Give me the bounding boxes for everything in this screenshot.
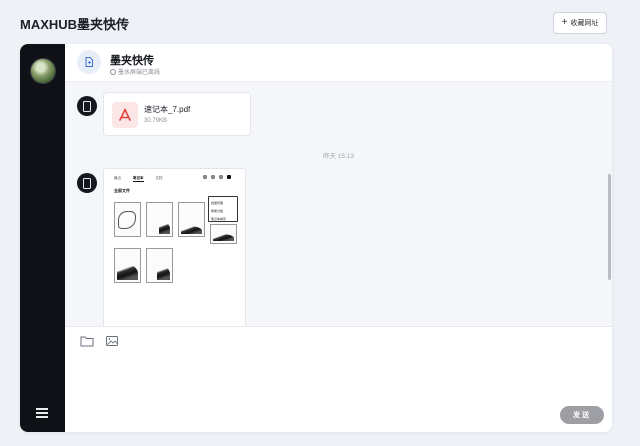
preview-toolbar — [203, 175, 231, 179]
preview-menu: 批量管理 按类分组 笔记本排序 — [208, 196, 238, 222]
chat-title: 墨夹快传 — [110, 55, 154, 67]
file-message[interactable]: 速记本_7.pdf 30.79KB — [103, 92, 251, 136]
menu-icon[interactable] — [36, 408, 48, 418]
preview-doc — [210, 224, 237, 244]
main-window: 墨夹快传 墨水屏端已离线 速记本_7.pdf 30.79KB 昨天 15:13 — [20, 44, 612, 432]
user-avatar[interactable] — [30, 58, 56, 84]
message-timestamp: 昨天 15:13 — [322, 153, 355, 160]
file-name: 速记本_7.pdf — [144, 105, 191, 114]
message-scrollbar[interactable] — [608, 174, 611, 280]
image-icon[interactable] — [105, 335, 119, 347]
preview-doc — [114, 248, 141, 283]
plus-icon: + — [561, 17, 568, 28]
preview-menu-item: 批量管理 — [211, 201, 224, 205]
preview-heading: 全部文件 — [114, 188, 130, 193]
preview-tab-active: 笔记本 — [133, 176, 144, 182]
preview-doc — [178, 202, 205, 237]
message-list[interactable]: 速记本_7.pdf 30.79KB 昨天 15:13 最近 笔记本 文档 全部文… — [65, 82, 612, 326]
clock-icon — [110, 68, 116, 75]
preview-menu-item: 按类分组 — [211, 209, 224, 213]
pdf-icon — [112, 102, 138, 128]
sidebar — [20, 44, 65, 432]
preview-tab: 最近 — [114, 176, 121, 180]
chat-header: 墨夹快传 墨水屏端已离线 — [65, 44, 612, 82]
preview-menu-item: 笔记本排序 — [211, 217, 227, 221]
app-title: MAXHUB墨夹快传 — [20, 17, 130, 32]
file-size: 30.79KB — [144, 118, 168, 124]
preview-doc — [146, 248, 173, 283]
file-transfer-icon — [77, 50, 101, 74]
bookmark-url-button[interactable]: + 收藏网址 — [553, 12, 607, 34]
folder-icon[interactable] — [80, 335, 94, 347]
preview-doc — [146, 202, 173, 237]
tablet-icon — [83, 177, 91, 189]
preview-tab: 文档 — [155, 176, 163, 180]
eink-device-avatar — [77, 173, 97, 193]
bookmark-url-label: 收藏网址 — [570, 20, 599, 27]
image-message[interactable]: 最近 笔记本 文档 全部文件 批量管理 按类分组 笔记本排序 — [103, 168, 246, 326]
device-status-text: 墨水屏端已离线 — [118, 70, 161, 76]
preview-tabs: 最近 笔记本 文档 — [114, 176, 163, 182]
tablet-icon — [83, 100, 91, 112]
device-status: 墨水屏端已离线 — [110, 67, 160, 76]
preview-doc — [114, 202, 141, 237]
composer[interactable]: 发送 — [65, 326, 612, 432]
eink-device-avatar — [77, 96, 97, 116]
send-button[interactable]: 发送 — [560, 406, 604, 424]
